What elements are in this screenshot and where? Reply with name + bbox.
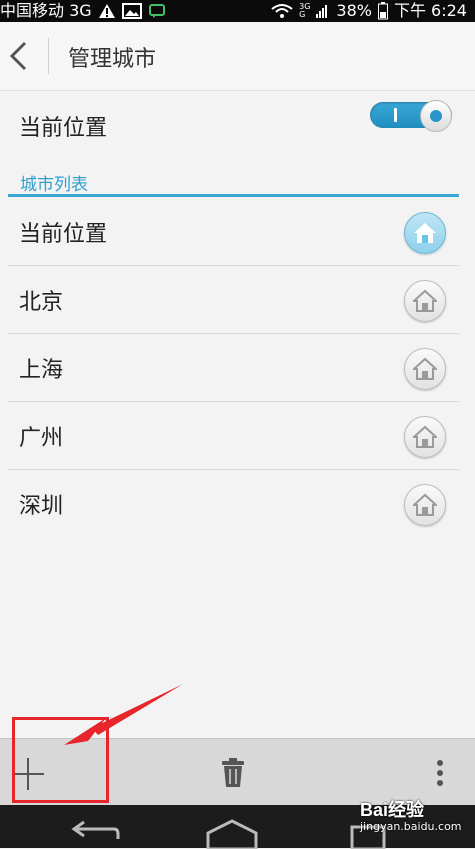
city-list: 当前位置 北京 上海 广州 深圳	[8, 198, 459, 537]
nav-back-icon[interactable]	[68, 819, 120, 845]
warning-icon	[98, 3, 116, 19]
set-home-button[interactable]	[404, 212, 446, 254]
city-name: 深圳	[19, 494, 64, 519]
more-vert-icon	[437, 760, 443, 786]
header-divider	[48, 38, 49, 74]
watermark-main: Bai经验	[360, 800, 425, 820]
set-home-button[interactable]	[404, 280, 446, 322]
baidu-watermark: Bai经验 jingyan.baidu.com	[360, 796, 462, 833]
delete-button[interactable]	[220, 756, 246, 790]
status-left: 中国移动 3G	[0, 0, 166, 22]
city-row[interactable]: 北京	[8, 266, 459, 334]
battery-percent: 38%	[336, 1, 372, 20]
network-type: 3G G	[299, 3, 310, 19]
image-icon	[121, 3, 142, 19]
more-options-button[interactable]	[430, 756, 450, 790]
chat-icon	[148, 3, 166, 19]
nav-home-icon[interactable]	[206, 819, 258, 849]
toggle-knob	[420, 100, 452, 132]
wifi-icon	[271, 3, 293, 19]
city-row[interactable]: 深圳	[8, 470, 459, 537]
trash-icon	[222, 758, 244, 787]
home-icon	[413, 357, 437, 380]
battery-icon	[377, 2, 388, 20]
network-type-bottom: G	[299, 10, 306, 19]
city-row[interactable]: 广州	[8, 402, 459, 470]
status-bar: 中国移动 3G 3G G 38% 下午 6:24	[0, 0, 475, 22]
app-header: 管理城市	[0, 22, 475, 91]
current-location-row: 当前位置	[0, 92, 475, 156]
city-name: 当前位置	[19, 222, 108, 247]
status-right: 3G G 38% 下午 6:24	[271, 0, 467, 22]
current-location-label: 当前位置	[19, 116, 108, 141]
city-name: 广州	[19, 426, 64, 451]
home-icon	[414, 223, 436, 243]
city-name: 北京	[19, 290, 64, 315]
city-name: 上海	[19, 358, 64, 383]
back-button[interactable]	[6, 40, 32, 72]
home-icon	[413, 493, 437, 516]
home-icon	[413, 289, 437, 312]
page-title: 管理城市	[68, 47, 157, 72]
section-divider	[8, 194, 459, 197]
set-home-button[interactable]	[404, 348, 446, 390]
chevron-left-icon	[9, 41, 27, 71]
set-home-button[interactable]	[404, 416, 446, 458]
city-row[interactable]: 当前位置	[8, 198, 459, 266]
home-icon	[413, 425, 437, 448]
clock: 下午 6:24	[393, 1, 467, 20]
current-location-toggle[interactable]	[370, 100, 452, 132]
set-home-button[interactable]	[404, 484, 446, 526]
signal-icon	[316, 3, 330, 19]
carrier-label: 中国移动 3G	[0, 1, 92, 20]
watermark-sub: jingyan.baidu.com	[360, 820, 462, 833]
city-list-section-title: 城市列表	[20, 175, 88, 195]
city-row[interactable]: 上海	[8, 334, 459, 402]
toggle-on-mark	[394, 108, 397, 122]
annotation-highlight-box	[12, 717, 109, 803]
